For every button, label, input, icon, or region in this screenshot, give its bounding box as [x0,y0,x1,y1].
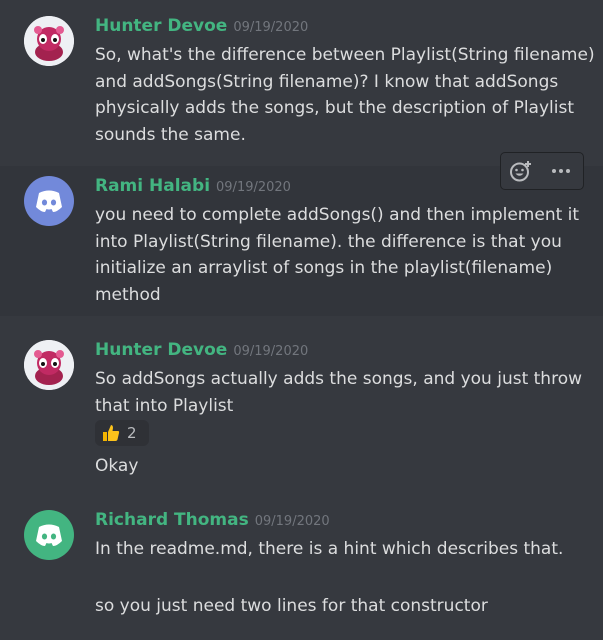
message-4: Richard Thomas 09/19/2020 In the readme.m… [0,494,603,640]
message-3: Hunter Devoe 09/19/2020 So addSongs actua… [0,324,603,494]
username[interactable]: Hunter Devoe 09/19/2020 [95,340,308,360]
username-text[interactable]: Hunter Devoe [95,340,227,360]
more-options-button[interactable] [541,153,581,189]
timestamp: 09/19/2020 [233,344,309,359]
username[interactable]: Richard Thomas 09/19/2020 [95,510,330,530]
timestamp: 09/19/2020 [233,20,309,35]
username-text[interactable]: Richard Thomas [95,510,249,530]
message-text: so you just need two lines for that cons… [95,596,488,616]
username[interactable]: Rami Halabi 09/19/2020 [95,176,291,196]
message-1: Hunter Devoe 09/19/2020 So, what's the di… [0,0,603,160]
username-text[interactable]: Rami Halabi [95,176,210,196]
timestamp: 09/19/2020 [254,514,330,529]
message-toolbar [500,152,584,190]
more-options-icon [552,169,570,173]
username-text[interactable]: Hunter Devoe [95,16,227,36]
avatar-rami-halabi[interactable] [24,176,74,226]
message-text: In the readme.md, there is a hint which … [95,539,564,559]
discord-logo-icon [36,524,62,546]
message-text: So addSongs actually adds the songs, and… [95,369,583,416]
timestamp: 09/19/2020 [216,180,291,195]
reaction-thumbs-up[interactable]: 2 [95,420,149,446]
avatar-hunter-devoe[interactable] [24,16,74,66]
avatar-richard-thomas[interactable] [24,510,74,560]
pink-creature-icon [24,16,74,66]
thumbs-up-icon [103,425,120,441]
avatar-hunter-devoe[interactable] [24,340,74,390]
reaction-count: 2 [127,424,137,442]
add-reaction-button[interactable] [501,153,541,189]
message-text: you need to complete addSongs() and then… [95,205,580,305]
pink-creature-icon [24,340,74,390]
add-reaction-icon [510,161,531,182]
username[interactable]: Hunter Devoe 09/19/2020 [95,16,308,36]
message-text: Okay [95,456,139,476]
message-text: So, what's the difference between Playli… [95,45,595,145]
discord-logo-icon [36,190,62,212]
